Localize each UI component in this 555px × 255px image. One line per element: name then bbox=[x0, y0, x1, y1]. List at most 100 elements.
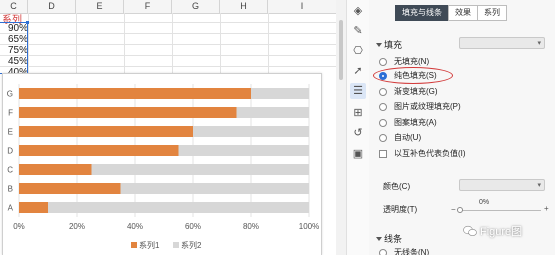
line-option-none[interactable]: 无线条(N) bbox=[379, 246, 429, 255]
fill-preset-dropdown[interactable]: ▾ bbox=[459, 37, 545, 49]
series-options-icon[interactable]: ☰ bbox=[350, 83, 366, 99]
option-label: 图案填充(A) bbox=[394, 118, 437, 127]
legend-label: 系列2 bbox=[181, 240, 202, 250]
x-tick-label: 20% bbox=[69, 222, 85, 231]
tab-series[interactable]: 系列 bbox=[477, 5, 507, 21]
bar-series1 bbox=[19, 164, 92, 175]
option-label: 以互补色代表负值(I) bbox=[394, 149, 466, 158]
line-section-title[interactable]: 线条 bbox=[384, 232, 402, 245]
radio-button[interactable] bbox=[379, 102, 387, 111]
outline-icon[interactable]: ✎ bbox=[350, 23, 366, 39]
history-icon[interactable]: ↺ bbox=[350, 125, 366, 141]
color-label: 颜色(C) bbox=[383, 182, 411, 191]
column-header-h[interactable]: H bbox=[220, 0, 268, 13]
category-label: B bbox=[8, 185, 13, 194]
bar-series2 bbox=[178, 145, 309, 156]
fill-bucket-icon[interactable]: ◈ bbox=[350, 3, 366, 19]
bar-series1 bbox=[19, 145, 179, 156]
fill-option-gradient[interactable]: 渐变填充(G) bbox=[379, 85, 438, 98]
radio-button[interactable] bbox=[379, 57, 387, 66]
select-arrow-icon[interactable]: ➚ bbox=[350, 63, 366, 79]
tab-fill-and-line[interactable]: 填充与线条 bbox=[395, 5, 449, 21]
option-label: 自动(U) bbox=[394, 133, 422, 142]
column-header-f[interactable]: F bbox=[124, 0, 172, 13]
slider-knob[interactable] bbox=[457, 207, 463, 213]
category-label: C bbox=[7, 166, 13, 175]
image-icon[interactable]: ▣ bbox=[350, 146, 366, 162]
bar-series1 bbox=[19, 88, 251, 99]
x-tick-label: 40% bbox=[127, 222, 143, 231]
bar-series2 bbox=[193, 126, 309, 137]
fill-option-auto[interactable]: 自动(U) bbox=[379, 131, 421, 144]
fill-section-title[interactable]: 填充 bbox=[384, 38, 402, 51]
color-picker-dropdown[interactable]: ▾ bbox=[459, 179, 545, 191]
column-header-e[interactable]: E bbox=[76, 0, 124, 13]
fill-option-picture[interactable]: 图片或纹理填充(P) bbox=[379, 100, 461, 113]
x-tick-label: 60% bbox=[185, 222, 201, 231]
column-header-i[interactable]: I bbox=[268, 0, 336, 13]
column-header-d[interactable]: D bbox=[28, 0, 76, 13]
bar-series1 bbox=[19, 202, 48, 213]
collapse-arrow-icon[interactable] bbox=[376, 43, 382, 47]
legend-swatch bbox=[173, 242, 179, 248]
legend-swatch bbox=[131, 242, 137, 248]
grid-line bbox=[0, 55, 336, 56]
bar-chart[interactable]: 0% 20% 40% 60% 80% 100% A B C D E F G 系列1 系列2 bbox=[2, 73, 322, 255]
properties-panel: 填充与线条 效果 系列 填充 ▾ 无填充(N) 纯色填充(S) 渐变填充(G) … bbox=[369, 0, 555, 255]
bar-series2 bbox=[251, 88, 309, 99]
selection-handle[interactable] bbox=[26, 21, 29, 24]
bar-series1 bbox=[19, 107, 237, 118]
decrease-icon[interactable]: − bbox=[451, 205, 456, 214]
highlight-annotation bbox=[373, 67, 453, 84]
grid-line bbox=[0, 22, 336, 23]
radio-button[interactable] bbox=[379, 118, 387, 127]
spreadsheet-area: C D E F G H I 系列 90% 65% 75% 45% 40% 0%2… bbox=[0, 0, 336, 255]
wechat-icon bbox=[463, 225, 477, 237]
category-label: E bbox=[8, 128, 13, 137]
category-label: D bbox=[7, 147, 13, 156]
checkbox[interactable] bbox=[379, 149, 387, 158]
increase-icon[interactable]: + bbox=[544, 204, 549, 213]
bar-series1 bbox=[19, 183, 121, 194]
category-label: A bbox=[8, 204, 14, 213]
fill-option-pattern[interactable]: 图案填充(A) bbox=[379, 116, 437, 129]
chevron-down-icon: ▾ bbox=[537, 182, 541, 189]
bar-series1 bbox=[19, 126, 193, 137]
invert-negative-option[interactable]: 以互补色代表负值(I) bbox=[379, 147, 466, 160]
panel-tabs: 填充与线条 效果 系列 bbox=[395, 5, 507, 21]
effects-icon[interactable]: ⎔ bbox=[350, 43, 366, 59]
option-label: 渐变填充(G) bbox=[394, 87, 438, 96]
option-label: 无线条(N) bbox=[394, 248, 430, 255]
tool-strip: ◈ ✎ ⎔ ➚ ☰ ⊞ ↺ ▣ bbox=[346, 0, 370, 255]
radio-button[interactable] bbox=[379, 248, 387, 255]
legend-label: 系列1 bbox=[139, 240, 160, 250]
fill-option-none[interactable]: 无填充(N) bbox=[379, 55, 429, 68]
chevron-down-icon: ▾ bbox=[537, 40, 541, 47]
radio-button[interactable] bbox=[379, 87, 387, 96]
category-label: G bbox=[7, 90, 13, 99]
option-label: 图片或纹理填充(P) bbox=[394, 102, 461, 111]
x-tick-label: 80% bbox=[243, 222, 259, 231]
transparency-label: 透明度(T) bbox=[383, 205, 418, 214]
watermark: Figure图 bbox=[463, 223, 522, 239]
x-tick-label: 0% bbox=[13, 222, 25, 231]
transparency-value: 0% bbox=[479, 199, 490, 206]
grid-line bbox=[0, 44, 336, 45]
app-root: C D E F G H I 系列 90% 65% 75% 45% 40% 0%2… bbox=[0, 0, 555, 255]
column-header-g[interactable]: G bbox=[172, 0, 220, 13]
watermark-text: Figure图 bbox=[480, 226, 523, 238]
tab-effects[interactable]: 效果 bbox=[448, 5, 478, 21]
scrollbar-thumb[interactable] bbox=[339, 20, 343, 80]
transparency-slider[interactable] bbox=[459, 210, 541, 211]
radio-button[interactable] bbox=[379, 133, 387, 142]
chart-svg: 0% 20% 40% 60% 80% 100% A B C D E F G 系列1 系列2 bbox=[7, 84, 319, 250]
grid-line bbox=[0, 33, 336, 34]
column-headers: C D E F G H I bbox=[0, 0, 336, 14]
option-label: 无填充(N) bbox=[394, 57, 430, 66]
bar-series2 bbox=[236, 107, 309, 118]
range-selection[interactable] bbox=[0, 22, 28, 74]
alignment-icon[interactable]: ⊞ bbox=[350, 105, 366, 121]
category-label: F bbox=[8, 109, 13, 118]
collapse-arrow-icon[interactable] bbox=[376, 237, 382, 241]
x-tick-label: 100% bbox=[299, 222, 319, 231]
